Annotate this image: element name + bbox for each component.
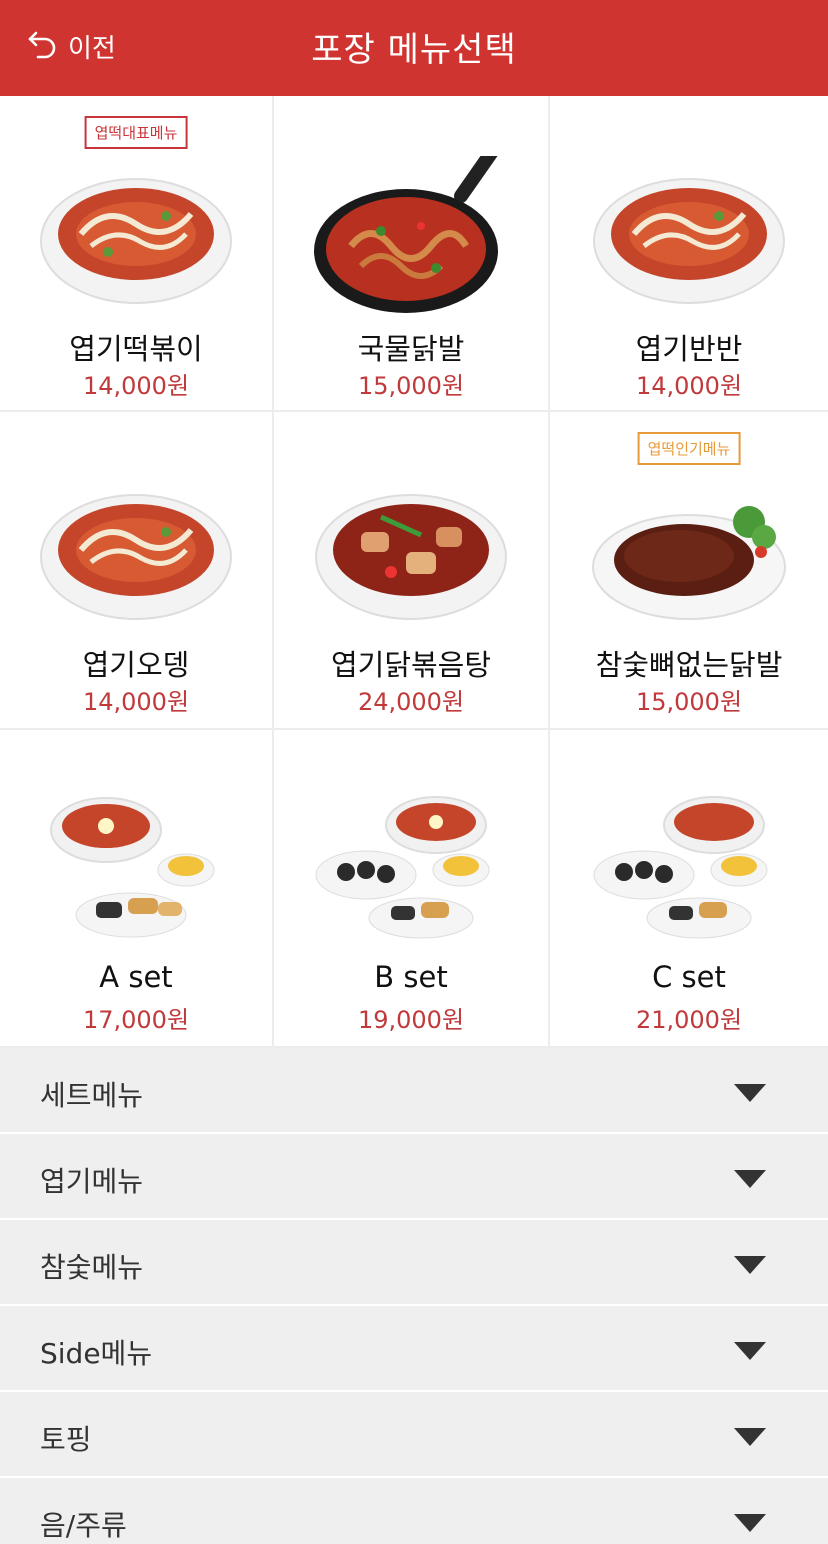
item-price: 14,000원 [635,372,743,400]
item-price: 15,000원 [635,688,743,716]
popular-menu-badge: 엽떡인기메뉴 [637,432,741,465]
page-title: 포장 메뉴선택 [311,30,517,70]
item-name: 참숯뼈없는닭발 [595,648,783,682]
category-topping[interactable]: 토핑 [0,1392,828,1478]
menu-item-c-set[interactable]: C set 21,000원 [550,730,828,1048]
item-name: 엽기오뎅 [82,648,190,682]
category-yeopgi-menu[interactable]: 엽기메뉴 [0,1134,828,1220]
set-meal-image [36,790,236,950]
triangle-down-icon [734,1342,766,1360]
triangle-down-icon [734,1256,766,1274]
category-label: 참숯메뉴 [40,1251,144,1284]
triangle-down-icon [734,1514,766,1532]
item-name: 국물닭발 [357,332,465,366]
category-beverages[interactable]: 음/주류 [0,1478,828,1544]
menu-item-boneless-chicken-feet[interactable]: 엽떡인기메뉴 참숯뼈없는닭발 15,000원 [550,412,828,730]
category-label: 세트메뉴 [40,1079,144,1112]
item-name: 엽기떡볶이 [69,332,203,366]
menu-item-yeopgi-tteokbokki[interactable]: 엽떡대표메뉴 엽기떡볶이 14,000원 [0,96,274,412]
triangle-down-icon [734,1170,766,1188]
triangle-down-icon [734,1084,766,1102]
set-meal-image [589,790,789,950]
item-price: 17,000원 [82,1006,190,1034]
item-price: 14,000원 [82,688,190,716]
menu-grid: 엽떡대표메뉴 엽기떡볶이 14,000원 국물닭발 15,000원 엽기반반 1… [0,96,828,1048]
item-price: 15,000원 [357,372,465,400]
item-price: 19,000원 [357,1006,465,1034]
category-charcoal-menu[interactable]: 참숯메뉴 [0,1220,828,1306]
category-side-menu[interactable]: Side메뉴 [0,1306,828,1392]
menu-item-braised-chicken[interactable]: 엽기닭볶음탕 24,000원 [274,412,550,730]
app-header: 이전 포장 메뉴선택 [0,0,828,96]
tteokbokki-bowl-image [36,156,236,316]
menu-item-yeopgi-banban[interactable]: 엽기반반 14,000원 [550,96,828,412]
braised-chicken-bowl-image [311,472,511,632]
item-price: 24,000원 [357,688,465,716]
set-meal-image [311,790,511,950]
item-name: B set [374,960,448,994]
tteokbokki-bowl-image [589,156,789,316]
signature-menu-badge: 엽떡대표메뉴 [84,116,188,149]
category-label: Side메뉴 [40,1337,153,1370]
triangle-down-icon [734,1428,766,1446]
chicken-feet-pan-image [311,139,511,316]
category-label: 음/주류 [40,1509,127,1542]
menu-item-yeopgi-odeng[interactable]: 엽기오뎅 14,000원 [0,412,274,730]
menu-item-soup-chicken-feet[interactable]: 국물닭발 15,000원 [274,96,550,412]
item-name: 엽기닭볶음탕 [330,648,492,682]
item-name: A set [99,960,173,994]
grilled-chicken-feet-plate-image [589,472,789,632]
category-set-menu[interactable]: 세트메뉴 [0,1048,828,1134]
category-label: 엽기메뉴 [40,1165,144,1198]
item-price: 14,000원 [82,372,190,400]
item-price: 21,000원 [635,1006,743,1034]
category-label: 토핑 [40,1423,92,1456]
tteokbokki-bowl-image [36,472,236,632]
menu-item-a-set[interactable]: A set 17,000원 [0,730,274,1048]
item-name: 엽기반반 [635,332,743,366]
menu-item-b-set[interactable]: B set 19,000원 [274,730,550,1048]
item-name: C set [652,960,726,994]
category-list: 세트메뉴 엽기메뉴 참숯메뉴 Side메뉴 토핑 음/주류 [0,1048,828,1544]
